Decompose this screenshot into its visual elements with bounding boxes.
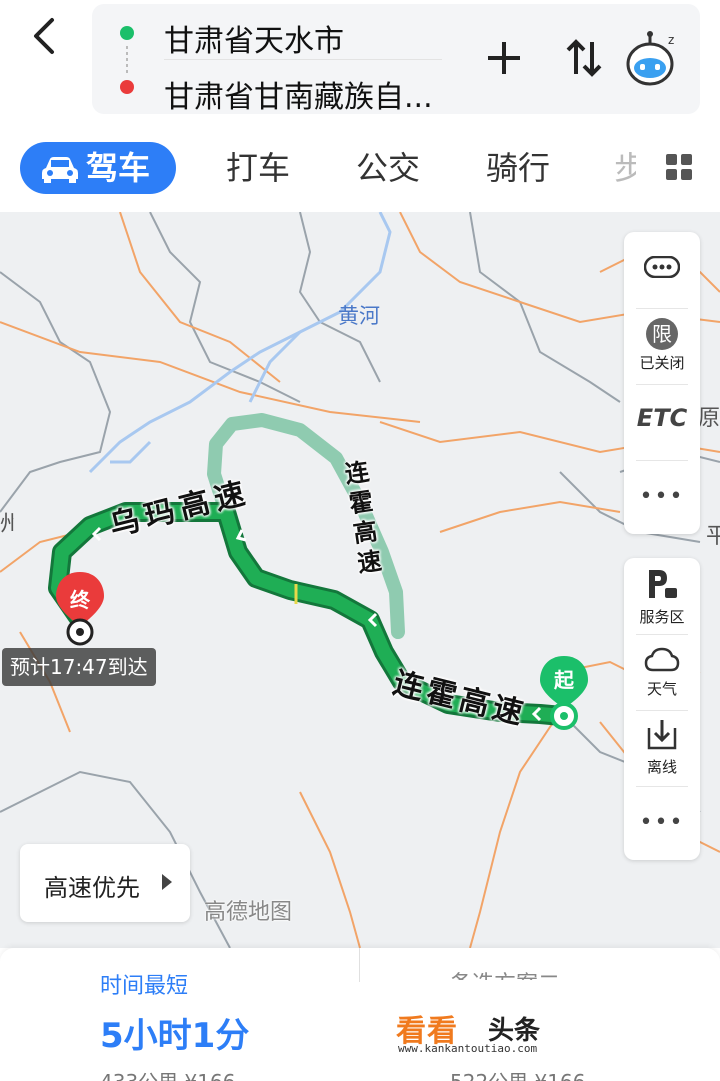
toolbar-divider [636, 634, 688, 635]
plan-1-info: 433公里 ¥166 [100, 1066, 235, 1081]
weather-label: 天气 [646, 680, 677, 698]
plan-2-info: 522公里 ¥166 [450, 1066, 585, 1081]
river-label: 黄河 [338, 304, 380, 328]
back-arrow-icon[interactable] [24, 14, 68, 58]
watermark-url: www.kankantoutiao.com [398, 1042, 538, 1055]
etc-icon: ETC [636, 404, 688, 432]
map-view[interactable]: 黄河 州 原 平 乌玛高速 连霍高速 连霍高速 终 起 预计17:47到达 高速… [0, 212, 720, 948]
eta-label: 预计17:47到达 [2, 648, 156, 686]
end-dot [120, 80, 134, 94]
plan-2-tag[interactable]: 备选方案二 [450, 966, 560, 980]
tab-walk[interactable]: 步 [614, 142, 636, 194]
toolbar-divider [636, 384, 688, 385]
tab-bus[interactable]: 公交 [356, 142, 420, 194]
plan-divider [359, 948, 360, 982]
field-separator [164, 59, 442, 60]
route-plans-sheet: 时间最短 5小时1分 433公里 ¥166 备选方案二 522公里 ¥166 看… [0, 948, 720, 1081]
top-bar: 甘肃省天水市 甘肃省甘南藏族自... z [0, 0, 720, 120]
service-area-icon [649, 570, 677, 598]
tab-bike[interactable]: 骑行 [486, 142, 550, 194]
restriction-icon: 限 [646, 318, 678, 350]
connector-dots [126, 46, 128, 74]
plan-1-tag[interactable]: 时间最短 [100, 968, 188, 1000]
tab-drive-label: 驾车 [86, 149, 151, 187]
map-toolbar-top: 限 已关闭 ETC ••• [624, 232, 700, 534]
restriction-label: 已关闭 [639, 354, 685, 372]
toolbar-service-area-button[interactable]: 服务区 [624, 568, 700, 627]
chat-bubble-icon [643, 255, 681, 279]
toolbar-offline-button[interactable]: 离线 [624, 718, 700, 777]
service-area-label: 服务区 [639, 608, 685, 626]
toolbar-restriction-button[interactable]: 限 已关闭 [624, 318, 700, 373]
weather-cloud-icon [644, 647, 680, 672]
transport-tabs: 驾车 打车 公交 骑行 步 [0, 120, 720, 212]
tab-drive[interactable]: 驾车 [20, 142, 176, 194]
toolbar-more-button-2[interactable]: ••• [624, 810, 700, 835]
toolbar-divider [636, 710, 688, 711]
toolbar-more-button[interactable]: ••• [624, 484, 700, 509]
start-location-field[interactable]: 甘肃省天水市 [164, 16, 344, 60]
edge-label-2: 原 [698, 406, 720, 431]
more-icon: ••• [639, 484, 685, 509]
swap-icon[interactable] [560, 34, 608, 82]
svg-text:z: z [668, 33, 674, 47]
toolbar-divider [636, 460, 688, 461]
toolbar-weather-button[interactable]: 天气 [624, 646, 700, 699]
route-preference-button[interactable]: 高速优先 [20, 844, 190, 922]
toolbar-divider [636, 786, 688, 787]
site-watermark: 看看 头条 www.kankantoutiao.com [396, 1006, 596, 1056]
map-brand: 高德地图 [204, 900, 293, 925]
toolbar-divider [636, 308, 688, 309]
plan-1-time[interactable]: 5小时1分 [100, 1008, 249, 1057]
edge-label-3: 平 [706, 524, 720, 549]
add-waypoint-button[interactable] [480, 34, 528, 82]
assistant-avatar-icon[interactable]: z [622, 28, 682, 90]
toolbar-chat-button[interactable] [624, 255, 700, 282]
end-location-field[interactable]: 甘肃省甘南藏族自... [164, 72, 444, 116]
car-icon [42, 157, 78, 183]
edge-label-1: 州 [0, 512, 14, 537]
more-icon: ••• [639, 810, 685, 835]
route-preference-label: 高速优先 [44, 874, 140, 902]
tab-taxi[interactable]: 打车 [226, 142, 290, 194]
toolbar-etc-button[interactable]: ETC [624, 404, 700, 432]
offline-label: 离线 [646, 758, 677, 776]
map-toolbar-bottom: 服务区 天气 离线 ••• [624, 558, 700, 860]
start-pin[interactable]: 起 [550, 664, 578, 693]
start-dot [120, 26, 134, 40]
route-input-box: 甘肃省天水市 甘肃省甘南藏族自... z [92, 4, 700, 116]
grid-menu-icon[interactable] [664, 152, 694, 182]
caret-right-icon [162, 874, 172, 890]
end-pin[interactable]: 终 [66, 584, 94, 613]
offline-download-icon [647, 720, 677, 750]
